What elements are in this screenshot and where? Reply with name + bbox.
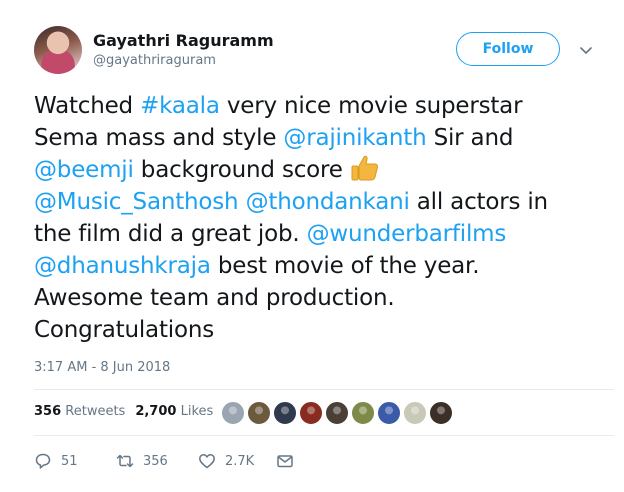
follow-button[interactable]: Follow (456, 32, 560, 66)
mention-link[interactable]: @rajinikanth (283, 125, 426, 151)
reply-count: 51 (61, 453, 78, 469)
likes-label: Likes (180, 404, 214, 419)
reply-icon (35, 453, 51, 469)
thumbs-up-emoji (351, 155, 378, 181)
mention-link[interactable]: @Music_Santhosh (34, 189, 239, 215)
tweet-text-segment: Congratulations (34, 317, 214, 343)
like-button[interactable]: 2.7K (198, 452, 254, 470)
liker-avatar-3[interactable] (273, 401, 297, 425)
liker-avatar-6[interactable] (351, 401, 375, 425)
liker-avatar-2[interactable] (247, 401, 271, 425)
envelope-icon (277, 455, 293, 468)
mention-link[interactable]: @beemji (34, 157, 134, 183)
author-name[interactable]: Gayathri Raguramm (93, 31, 274, 50)
tweet-text-segment: Watched (34, 93, 141, 119)
timestamp[interactable]: 3:17 AM - 8 Jun 2018 (34, 360, 170, 375)
tweet-text-segment: Sema mass and style (34, 125, 284, 151)
retweet-button[interactable]: 356 (116, 452, 168, 470)
tweet-line: Sema mass and style @rajinikanth Sir and (34, 122, 614, 154)
tweet-text-segment: Awesome team and production. (34, 285, 395, 311)
tweet-text-segment: background score (133, 157, 350, 183)
tweet-stats: 356 Retweets 2,700 Likes (34, 404, 213, 419)
avatar[interactable] (34, 26, 82, 74)
like-count: 2.7K (225, 453, 255, 469)
tweet-text: Watched #kaala very nice movie superstar… (34, 90, 614, 346)
retweet-icon (116, 454, 134, 468)
divider (34, 389, 614, 390)
liker-avatar-8[interactable] (403, 401, 427, 425)
tweet-text-segment: all actors in (409, 189, 548, 215)
tweet-text-segment: best movie of the year. (210, 253, 480, 279)
mention-link[interactable]: @dhanushkraja (34, 253, 211, 279)
direct-message-button[interactable] (276, 452, 303, 470)
retweet-count: 356 (143, 453, 168, 469)
tweet-line: @dhanushkraja best movie of the year. (34, 250, 614, 282)
liker-avatar-4[interactable] (299, 401, 323, 425)
liker-avatar-1[interactable] (221, 401, 245, 425)
tweet-text-segment (238, 189, 245, 215)
tweet-card: Gayathri Raguramm @gayathriraguram Follo… (0, 0, 624, 492)
liker-avatar-9[interactable] (429, 401, 453, 425)
tweet-line: @beemji background score (34, 154, 614, 186)
tweet-line: Watched #kaala very nice movie superstar (34, 90, 614, 122)
tweet-text-segment: the film did a great job. (34, 221, 307, 247)
hashtag-link[interactable]: #kaala (140, 93, 220, 119)
reply-button[interactable]: 51 (34, 452, 78, 470)
liker-avatar-7[interactable] (377, 401, 401, 425)
tweet-line: @Music_Santhosh @thondankani all actors … (34, 186, 614, 218)
retweet-stat[interactable]: 356 Retweets (34, 404, 125, 419)
retweets-count: 356 (34, 404, 62, 419)
like-stat[interactable]: 2,700 Likes (135, 404, 213, 419)
tweet-text-segment: very nice movie superstar (219, 93, 523, 119)
tweet-line: the film did a great job. @wunderbarfilm… (34, 218, 614, 250)
heart-icon (199, 454, 215, 469)
author-handle[interactable]: @gayathriraguram (93, 53, 216, 68)
mention-link[interactable]: @thondankani (246, 189, 410, 215)
mention-link[interactable]: @wunderbarfilms (307, 221, 507, 247)
likes-count: 2,700 (135, 404, 177, 419)
liker-avatar-5[interactable] (325, 401, 349, 425)
tweet-line: Congratulations (34, 314, 614, 346)
chevron-down-icon[interactable] (578, 42, 594, 58)
divider (34, 435, 614, 436)
tweet-text-segment: Sir and (426, 125, 514, 151)
tweet-line: Awesome team and production. (34, 282, 614, 314)
retweets-label: Retweets (65, 404, 126, 419)
